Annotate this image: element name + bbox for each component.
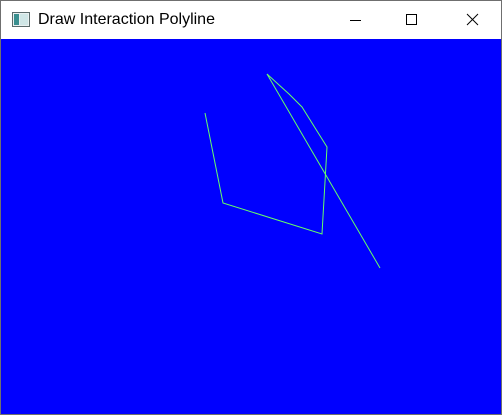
- close-button[interactable]: [449, 1, 495, 39]
- minimize-icon: [350, 20, 361, 21]
- window-app-icon: [12, 12, 30, 27]
- title-bar[interactable]: Draw Interaction Polyline: [1, 1, 501, 39]
- drawn-polyline-segment: [266, 73, 381, 269]
- maximize-icon: [406, 14, 417, 25]
- maximize-button[interactable]: [386, 1, 432, 39]
- app-window: Draw Interaction Polyline: [0, 0, 502, 415]
- polyline-drawing: [204, 73, 381, 269]
- drawn-polyline-left: [204, 73, 328, 235]
- drawing-canvas[interactable]: [1, 39, 501, 414]
- minimize-button[interactable]: [331, 1, 377, 39]
- close-icon: [466, 13, 479, 26]
- window-title: Draw Interaction Polyline: [38, 11, 215, 28]
